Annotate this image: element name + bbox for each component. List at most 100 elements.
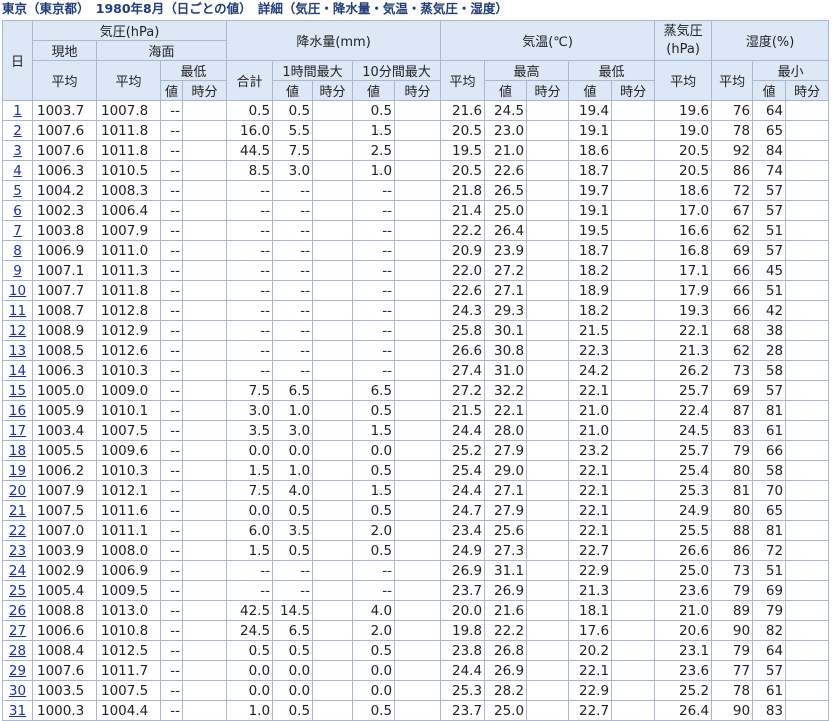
table-cell: 20.6 <box>654 620 713 641</box>
table-cell: 21.3 <box>568 580 613 601</box>
table-cell: 27.2 <box>440 380 486 401</box>
table-cell: 3.0 <box>226 400 274 421</box>
day-link[interactable]: 9 <box>13 263 22 279</box>
table-cell: 1.5 <box>352 480 396 501</box>
header-max10m-time: 時分 <box>394 80 442 101</box>
day-link[interactable]: 6 <box>13 203 22 219</box>
day-link[interactable]: 3 <box>13 143 22 159</box>
day-cell: 22 <box>2 520 33 541</box>
day-link[interactable]: 13 <box>9 343 26 359</box>
day-link[interactable]: 4 <box>13 163 22 179</box>
table-cell <box>785 500 830 521</box>
table-cell <box>611 700 656 721</box>
header-humidity-min-time: 時分 <box>785 80 830 101</box>
table-cell: 1007.5 <box>96 420 161 441</box>
table-cell: 23.1 <box>654 640 713 661</box>
table-cell: 1003.5 <box>32 680 97 701</box>
day-link[interactable]: 23 <box>9 543 26 559</box>
day-link[interactable]: 11 <box>9 303 26 319</box>
day-link[interactable]: 10 <box>9 283 26 299</box>
table-cell: 1006.9 <box>32 240 97 261</box>
table-cell <box>611 340 656 361</box>
table-cell: 0.5 <box>226 100 274 121</box>
table-row: 8 1006.9 1011.0 -- -- -- -- 20.9 23.9 18.7 16.8 69 5… <box>2 240 830 261</box>
table-cell: 8.5 <box>226 160 274 181</box>
table-cell: 1008.8 <box>32 600 97 621</box>
day-link[interactable]: 7 <box>13 223 22 239</box>
table-cell: 78 <box>711 120 754 141</box>
table-cell: 18.2 <box>568 300 613 321</box>
table-cell: 77 <box>711 660 754 681</box>
day-link[interactable]: 22 <box>9 523 26 539</box>
table-row: 10 1007.7 1011.8 -- -- -- -- 22.6 27.1 18.9 17.9 66… <box>2 280 830 301</box>
table-cell: 86 <box>711 540 754 561</box>
table-cell: -- <box>352 180 396 201</box>
table-cell <box>785 600 830 621</box>
table-cell: 42.5 <box>226 600 274 621</box>
day-cell: 24 <box>2 560 33 581</box>
day-link[interactable]: 20 <box>9 483 26 499</box>
day-link[interactable]: 26 <box>9 603 26 619</box>
day-link[interactable]: 1 <box>13 103 22 119</box>
table-cell: 18.2 <box>568 260 613 281</box>
day-link[interactable]: 15 <box>9 383 26 399</box>
table-cell: 22.1 <box>484 400 528 421</box>
table-cell <box>785 200 830 221</box>
day-cell: 12 <box>2 320 33 341</box>
table-cell <box>526 300 570 321</box>
day-link[interactable]: 25 <box>9 583 26 599</box>
day-link[interactable]: 8 <box>13 243 22 259</box>
day-cell: 25 <box>2 580 33 601</box>
table-cell: -- <box>160 460 183 481</box>
table-cell: 1004.4 <box>96 700 161 721</box>
table-cell: 1006.4 <box>96 200 161 221</box>
day-link[interactable]: 14 <box>9 363 26 379</box>
day-link[interactable]: 5 <box>13 183 22 199</box>
table-cell <box>312 420 354 441</box>
table-cell: 26.8 <box>484 640 528 661</box>
table-cell: 81 <box>752 400 787 421</box>
day-link[interactable]: 30 <box>9 683 26 699</box>
table-cell: -- <box>160 340 183 361</box>
table-cell <box>181 120 228 141</box>
table-row: 28 1008.4 1012.5 -- 0.5 0.5 0.5 23.8 26.8 20.2 23.… <box>2 640 830 661</box>
table-cell <box>611 560 656 581</box>
table-cell <box>785 420 830 441</box>
table-cell <box>611 300 656 321</box>
table-cell <box>181 140 228 161</box>
table-cell: -- <box>160 280 183 301</box>
day-link[interactable]: 18 <box>9 443 26 459</box>
table-cell <box>394 420 442 441</box>
table-row: 3 1007.6 1011.8 -- 44.5 7.5 2.5 19.5 21.0 18.6 20.… <box>2 140 830 161</box>
day-link[interactable]: 31 <box>9 703 26 719</box>
table-cell: 25.8 <box>440 320 486 341</box>
table-cell <box>611 240 656 261</box>
table-cell <box>394 500 442 521</box>
table-cell <box>526 460 570 481</box>
table-cell <box>785 660 830 681</box>
table-cell <box>526 380 570 401</box>
day-link[interactable]: 28 <box>9 643 26 659</box>
table-cell <box>611 360 656 381</box>
table-cell: 61 <box>752 420 787 441</box>
table-cell: 1010.3 <box>96 360 161 381</box>
table-cell: 1009.5 <box>96 580 161 601</box>
table-cell: 66 <box>711 260 754 281</box>
day-link[interactable]: 17 <box>9 423 26 439</box>
header-humidity-avg: 平均 <box>711 60 754 101</box>
table-cell: 1007.1 <box>32 260 97 281</box>
day-link[interactable]: 27 <box>9 623 26 639</box>
table-cell: 26.5 <box>484 180 528 201</box>
table-cell <box>312 300 354 321</box>
day-link[interactable]: 16 <box>9 403 26 419</box>
day-link[interactable]: 24 <box>9 563 26 579</box>
day-link[interactable]: 29 <box>9 663 26 679</box>
day-link[interactable]: 19 <box>9 463 26 479</box>
table-cell: 27.3 <box>484 540 528 561</box>
day-cell: 15 <box>2 380 33 401</box>
day-link[interactable]: 21 <box>9 503 26 519</box>
day-link[interactable]: 12 <box>9 323 26 339</box>
day-link[interactable]: 2 <box>13 123 22 139</box>
table-cell: -- <box>160 660 183 681</box>
table-cell <box>394 140 442 161</box>
